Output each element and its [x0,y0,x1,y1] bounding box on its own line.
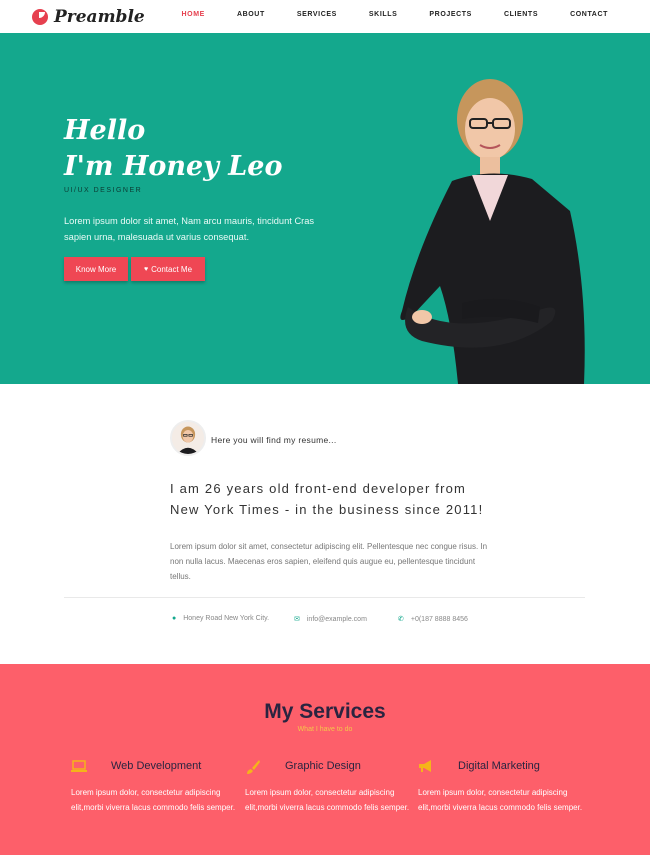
service-name: Web Development [111,760,202,772]
about-section: Here you will find my resume... I am 26 … [0,384,650,664]
about-headline: I am 26 years old front-end developer fr… [170,481,484,517]
contact-address: ● Honey Road New York City. [172,615,269,622]
logo-text: Preamble [54,7,145,27]
know-more-label: Know More [75,264,117,274]
services-subtitle: What I have to do [297,726,353,733]
paintbrush-icon [247,760,260,774]
hero-greeting-line1: Hello [64,115,146,146]
top-navbar: Preamble HOME ABOUT SERVICES SKILLS PROJ… [0,0,650,33]
nav-about[interactable]: ABOUT [237,11,265,18]
service-text: Lorem ipsum dolor, consectetur adipiscin… [71,788,236,812]
phone-text: +0(187 8888 8456 [410,615,468,623]
contact-phone[interactable]: ✆ +0(187 8888 8456 [398,615,468,624]
avatar [170,420,206,456]
about-text: Lorem ipsum dolor sit amet, consectetur … [170,542,488,581]
service-name: Graphic Design [285,760,361,772]
logo-icon [32,9,48,25]
site-logo[interactable]: Preamble [32,7,145,27]
nav-contact[interactable]: CONTACT [570,11,608,18]
nav-clients[interactable]: CLIENTS [504,11,538,18]
map-pin-icon: ● [172,615,177,622]
divider [64,597,585,598]
laptop-icon [71,760,87,772]
service-text: Lorem ipsum dolor, consectetur adipiscin… [245,788,410,812]
hero-role: UI/UX DESIGNER [64,187,143,194]
nav-skills[interactable]: SKILLS [369,11,398,18]
heart-icon: ♥ [143,265,149,273]
services-title: My Services [264,700,386,723]
contact-me-label: Contact Me [151,264,193,274]
nav-menu: HOME ABOUT SERVICES SKILLS PROJECTS CLIE… [150,11,608,18]
email-text: info@example.com [306,615,367,623]
contact-email[interactable]: ✉ info@example.com [294,615,367,624]
nav-home[interactable]: HOME [182,11,205,18]
services-section: My Services What I have to do Web Develo… [0,664,650,855]
about-intro: Here you will find my resume... [211,435,337,445]
hero-portrait-image [400,79,585,384]
hero-greeting: Hello I'm Honey Leo [64,113,282,185]
service-name: Digital Marketing [458,760,540,772]
address-text: Honey Road New York City. [183,615,270,622]
nav-services[interactable]: SERVICES [297,11,337,18]
hero-section: Hello I'm Honey Leo UI/UX DESIGNER Lorem… [0,33,650,384]
service-text: Lorem ipsum dolor, consectetur adipiscin… [418,788,583,812]
contact-me-button[interactable]: ♥ Contact Me [131,257,205,281]
megaphone-icon [419,760,431,772]
nav-projects[interactable]: PROJECTS [429,11,472,18]
envelope-icon: ✉ [294,616,300,623]
hero-greeting-line2: I'm Honey Leo [64,151,283,182]
phone-icon: ✆ [398,616,404,623]
know-more-button[interactable]: Know More [64,257,128,281]
hero-description: Lorem ipsum dolor sit amet, Nam arcu mau… [64,216,315,242]
